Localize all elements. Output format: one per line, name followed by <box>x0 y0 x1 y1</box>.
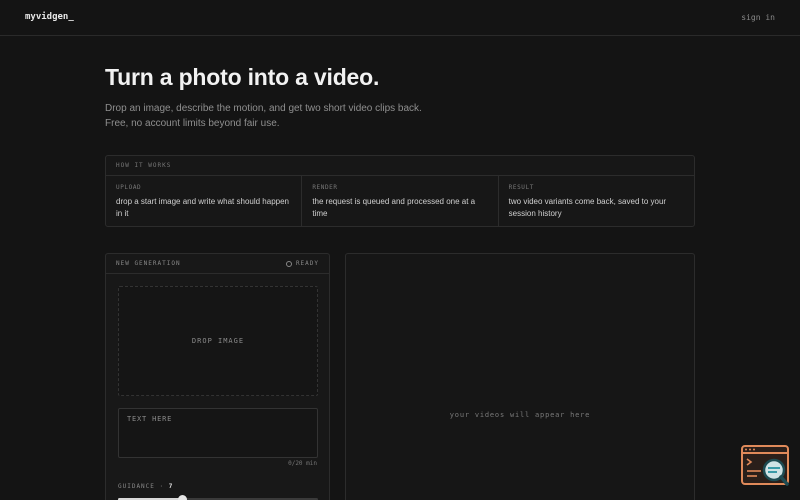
image-dropzone[interactable]: DROP IMAGE <box>118 286 318 396</box>
new-generation-panel: NEW GENERATION READY DROP IMAGE 0/20 min… <box>105 253 330 500</box>
step-label: UPLOAD <box>116 184 142 191</box>
subtitle-line-2: Free, no account limits beyond fair use. <box>105 118 280 129</box>
results-panel: your videos will appear here <box>345 253 695 500</box>
how-it-works-heading: HOW IT WORKS <box>106 156 694 176</box>
dropzone-label: DROP IMAGE <box>191 337 245 345</box>
prompt-box <box>118 408 318 458</box>
status-badge: READY <box>285 260 319 267</box>
terminal-search-icon <box>741 445 789 486</box>
page-title: Turn a photo into a video. <box>105 64 380 90</box>
sign-in-link[interactable]: sign in <box>741 13 775 22</box>
step-label: RESULT <box>508 184 534 191</box>
how-it-works-panel: HOW IT WORKS UPLOAD drop a start image a… <box>105 155 695 227</box>
status-text: READY <box>295 260 319 267</box>
guidance-label: GUIDANCE · 7 <box>118 483 173 490</box>
results-empty-message: your videos will appear here <box>449 411 591 419</box>
step-render: RENDER the request is queued and process… <box>302 176 499 227</box>
page-subtitle: Drop an image, describe the motion, and … <box>105 101 422 131</box>
prompt-input[interactable] <box>119 409 317 457</box>
guidance-label-text: GUIDANCE · <box>118 483 165 490</box>
generation-header: NEW GENERATION READY <box>106 254 329 274</box>
step-description: drop a start image and write what should… <box>116 197 289 218</box>
step-upload: UPLOAD drop a start image and write what… <box>106 176 303 227</box>
subtitle-line-1: Drop an image, describe the motion, and … <box>105 103 422 114</box>
guidance-slider-thumb[interactable] <box>178 495 187 500</box>
step-description: the request is queued and processed one … <box>312 197 476 218</box>
status-dot-icon <box>285 260 292 267</box>
guidance-value: 7 <box>168 483 174 490</box>
step-description: two video variants come back, saved to y… <box>508 197 667 218</box>
step-result: RESULT two video variants come back, sav… <box>499 176 694 227</box>
prompt-counter: 0/20 min <box>288 460 317 467</box>
brand-logo[interactable]: myvidgen_ <box>25 12 74 22</box>
generation-heading: NEW GENERATION <box>116 260 181 267</box>
helper-widget[interactable] <box>741 445 791 487</box>
step-label: RENDER <box>312 184 338 191</box>
top-bar: myvidgen_ sign in <box>0 0 800 36</box>
